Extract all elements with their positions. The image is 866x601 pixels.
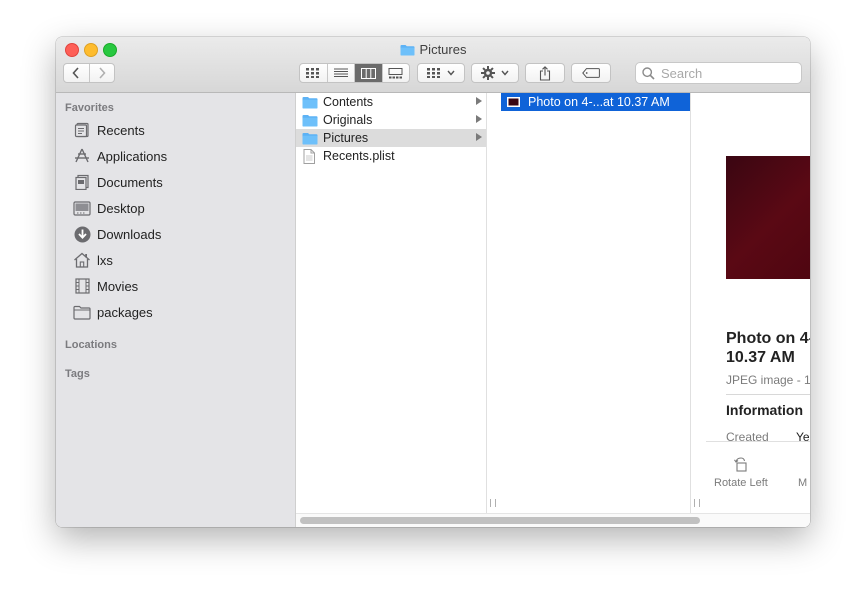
sidebar-section-locations[interactable]: Locations <box>65 339 117 351</box>
divider <box>726 394 810 395</box>
preview-actions: Rotate Left M <box>706 441 810 513</box>
chevron-left-icon <box>72 67 79 79</box>
horizontal-scrollbar[interactable] <box>296 513 810 527</box>
preview-pane: Photo on 4- 10.37 AM JPEG image - 1 Info… <box>706 93 810 513</box>
titlebar: Pictures <box>56 37 810 93</box>
action-label: Rotate Left <box>714 477 768 489</box>
back-button[interactable] <box>64 64 89 82</box>
downloads-icon <box>73 225 91 243</box>
applications-icon <box>73 147 91 165</box>
rotate-left-icon <box>733 457 747 472</box>
search-input[interactable] <box>659 64 793 82</box>
column-view-button[interactable] <box>354 64 382 82</box>
sidebar-item-applications[interactable]: Applications <box>73 145 283 167</box>
movies-icon <box>73 277 91 295</box>
sidebar-item-packages[interactable]: packages <box>73 301 283 323</box>
gallery-icon <box>388 67 403 78</box>
preview-thumbnail <box>726 156 810 279</box>
finder-window: Pictures Search Favorites Recents Applic… <box>56 37 810 527</box>
window-title-text: Pictures <box>419 42 467 57</box>
icon-view-button[interactable] <box>300 64 327 82</box>
forward-button[interactable] <box>88 64 115 82</box>
sidebar-section-tags[interactable]: Tags <box>65 368 90 380</box>
sidebar-item-label: Downloads <box>97 226 162 242</box>
disclosure-arrow-icon <box>476 97 482 105</box>
list-item-label: Contents <box>323 95 374 109</box>
sidebar-item-label: Documents <box>97 174 163 190</box>
sidebar: Favorites Recents Applications Documents… <box>56 93 296 527</box>
folder-icon <box>302 95 318 109</box>
list-item-label: Originals <box>323 113 373 127</box>
disclosure-arrow-icon <box>476 115 482 123</box>
list-item-label: Photo on 4-...at 10.37 AM <box>528 95 670 109</box>
chevron-down-icon <box>447 70 455 76</box>
list-item-originals[interactable]: Originals <box>296 111 486 129</box>
share-button[interactable] <box>525 63 565 83</box>
list-item-recents-plist[interactable]: Recents.plist <box>296 147 486 165</box>
share-icon <box>539 65 551 81</box>
chevron-down-icon <box>501 70 509 76</box>
home-icon <box>73 251 91 269</box>
folder-icon <box>302 113 318 127</box>
list-item-contents[interactable]: Contents <box>296 93 486 111</box>
back-forward-group <box>63 63 115 83</box>
sidebar-item-label: Applications <box>97 148 168 164</box>
sidebar-item-downloads[interactable]: Downloads <box>73 223 283 245</box>
tags-button[interactable] <box>571 63 611 83</box>
view-mode-control <box>299 63 410 83</box>
preview-info-heading: Information <box>726 402 803 418</box>
folder-icon <box>73 303 91 321</box>
sidebar-item-movies[interactable]: Movies <box>73 275 283 297</box>
documents-icon <box>73 173 91 191</box>
list-item-pictures[interactable]: Pictures <box>296 129 486 147</box>
column-browser: Contents Originals Pictures Recents.plis… <box>296 93 810 527</box>
group-grid-icon <box>427 68 440 78</box>
column-1: Contents Originals Pictures Recents.plis… <box>296 93 496 513</box>
sidebar-item-label: lxs <box>97 252 113 268</box>
gear-icon <box>481 66 495 80</box>
column-2: Photo on 4-...at 10.37 AM <box>500 93 700 513</box>
sidebar-item-desktop[interactable]: Desktop <box>73 197 283 219</box>
group-by-button[interactable] <box>417 63 465 83</box>
sidebar-item-label: Movies <box>97 278 139 294</box>
icon-grid-icon <box>306 68 320 78</box>
recents-icon <box>73 121 91 139</box>
gallery-view-button[interactable] <box>381 64 410 82</box>
sidebar-item-recents[interactable]: Recents <box>73 119 283 141</box>
chevron-right-icon <box>99 67 106 79</box>
more-action-button[interactable]: M <box>798 456 807 489</box>
list-item-label: Recents.plist <box>323 149 395 163</box>
tag-icon <box>582 68 600 78</box>
desktop-icon <box>73 199 91 217</box>
action-menu-button[interactable] <box>471 63 519 83</box>
disclosure-arrow-icon <box>476 133 482 141</box>
sidebar-item-label: packages <box>97 304 153 320</box>
search-field[interactable] <box>635 62 802 84</box>
sidebar-item-lxs[interactable]: lxs <box>73 249 283 271</box>
column-resize-handle[interactable] <box>694 499 700 507</box>
list-item-label: Pictures <box>323 131 369 145</box>
document-icon <box>302 148 318 164</box>
search-icon <box>642 66 655 80</box>
columns-icon <box>360 67 376 79</box>
list-view-button[interactable] <box>326 64 355 82</box>
column-resize-handle[interactable] <box>490 499 496 507</box>
sidebar-section-favorites: Favorites <box>65 102 114 114</box>
sidebar-item-documents[interactable]: Documents <box>73 171 283 193</box>
list-icon <box>333 68 348 77</box>
action-label: M <box>798 477 808 489</box>
folder-icon <box>302 131 318 145</box>
scrollbar-thumb[interactable] <box>300 517 700 524</box>
list-item-photo[interactable]: Photo on 4-...at 10.37 AM <box>501 93 690 111</box>
preview-subtitle: JPEG image - 1 <box>726 373 810 387</box>
preview-title: Photo on 4- 10.37 AM <box>726 330 810 366</box>
window-title: Pictures <box>56 42 810 57</box>
folder-icon <box>400 44 415 55</box>
rotate-left-button[interactable]: Rotate Left <box>714 456 768 489</box>
image-file-icon <box>507 95 523 109</box>
sidebar-item-label: Desktop <box>97 200 145 216</box>
sidebar-item-label: Recents <box>97 122 145 138</box>
